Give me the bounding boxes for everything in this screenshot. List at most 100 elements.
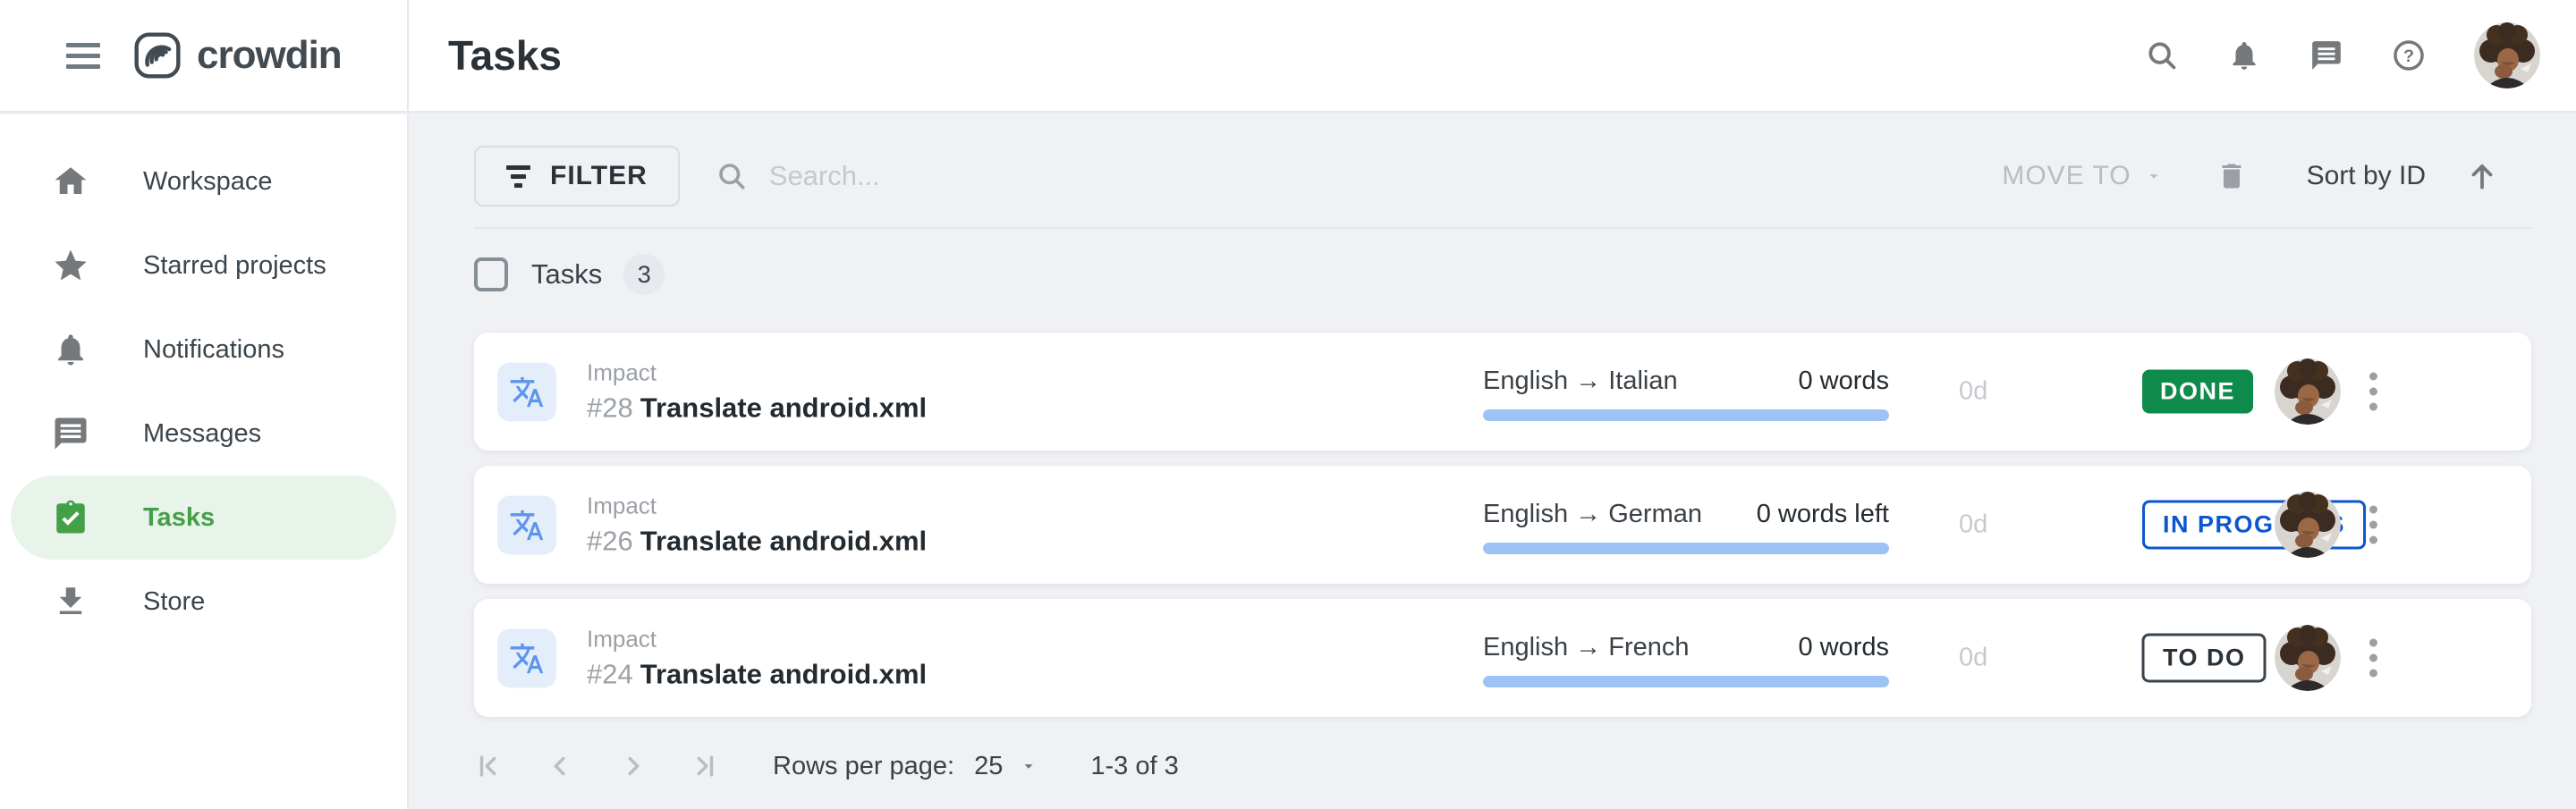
help-icon[interactable]: ?: [2392, 38, 2426, 72]
bell-icon: [52, 331, 89, 368]
row-menu-icon[interactable]: [2364, 367, 2383, 417]
assignee-avatar[interactable]: [2275, 625, 2341, 691]
chevron-down-icon: [2144, 166, 2164, 186]
sidebar-item-label: Starred projects: [143, 251, 326, 281]
translate-task-icon: [497, 362, 556, 421]
sidebar-item-label: Workspace: [143, 167, 273, 197]
toolbar: FILTER MOVE TO Sort by ID: [474, 145, 2531, 207]
row-menu-icon[interactable]: [2364, 501, 2383, 550]
chevron-down-icon[interactable]: [1019, 756, 1038, 776]
task-meta: Impact #24Translate android.xml: [587, 626, 927, 691]
progress-bar: [1483, 409, 1889, 421]
svg-text:?: ?: [2403, 46, 2414, 66]
list-header: Tasks 3: [474, 256, 2531, 293]
messages-icon[interactable]: [2309, 38, 2343, 72]
filter-label: FILTER: [550, 161, 648, 191]
task-id: #26: [587, 526, 633, 557]
menu-icon[interactable]: [66, 37, 100, 75]
task-language-pair: English → French: [1483, 633, 1690, 662]
main-content: FILTER MOVE TO Sort by ID: [411, 114, 2576, 809]
task-progress-block: English → Italian 0 words: [1483, 367, 1889, 421]
task-row[interactable]: Impact #28Translate android.xml English …: [474, 333, 2531, 451]
progress-track: [1483, 409, 1889, 421]
sort-direction-icon[interactable]: [2465, 159, 2499, 193]
progress-track: [1483, 543, 1889, 554]
task-language-pair: English → Italian: [1483, 367, 1678, 396]
next-page-icon[interactable]: [617, 751, 648, 781]
move-to-label: MOVE TO: [2002, 161, 2131, 191]
sort-by-button[interactable]: Sort by ID: [2307, 161, 2426, 191]
first-page-icon[interactable]: [474, 751, 504, 781]
trash-icon[interactable]: [2216, 160, 2248, 192]
assignee-avatar[interactable]: [2275, 492, 2341, 558]
rows-per-page-select[interactable]: 25: [974, 752, 1003, 781]
task-duration: 0d: [1959, 377, 1987, 407]
home-icon: [52, 163, 89, 200]
sidebar-item-label: Notifications: [143, 335, 284, 365]
search-bar: [716, 160, 1270, 192]
task-row[interactable]: Impact #24Translate android.xml English …: [474, 599, 2531, 717]
task-meta: Impact #28Translate android.xml: [587, 359, 927, 425]
task-info: Impact #26Translate android.xml: [497, 493, 927, 558]
task-info: Impact #28Translate android.xml: [497, 359, 927, 425]
task-language-pair: English → German: [1483, 500, 1702, 529]
progress-bar: [1483, 676, 1889, 687]
task-words-count: 0 words: [1798, 367, 1889, 396]
pagination: Rows per page: 25 1-3 of 3: [474, 751, 2531, 781]
task-duration: 0d: [1959, 510, 1987, 540]
task-id: #28: [587, 392, 633, 424]
assignee-avatar[interactable]: [2275, 358, 2341, 425]
task-title: Translate android.xml: [640, 526, 927, 557]
progress-bar: [1483, 543, 1889, 554]
sidebar-item-tasks[interactable]: Tasks: [11, 476, 396, 560]
task-list: Impact #28Translate android.xml English …: [474, 333, 2531, 717]
crowdin-logo-icon: [132, 30, 182, 80]
filter-button[interactable]: FILTER: [474, 146, 680, 206]
progress-track: [1483, 676, 1889, 687]
task-id: #24: [587, 659, 633, 690]
sidebar-item-label: Tasks: [143, 503, 215, 533]
task-title: Translate android.xml: [640, 392, 927, 424]
star-icon: [52, 247, 89, 284]
user-avatar[interactable]: [2474, 22, 2540, 88]
move-to-dropdown[interactable]: MOVE TO: [2002, 161, 2163, 191]
toolbar-divider: [474, 227, 2531, 229]
last-page-icon[interactable]: [689, 751, 719, 781]
sidebar-item-store[interactable]: Store: [11, 560, 396, 644]
sidebar-item-workspace[interactable]: Workspace: [11, 139, 396, 223]
brand-wordmark: crowdin: [197, 33, 342, 78]
sidebar-item-label: Messages: [143, 419, 261, 449]
task-title: Translate android.xml: [640, 659, 927, 690]
task-progress-block: English → French 0 words: [1483, 633, 1889, 687]
clipboard-check-icon: [52, 499, 89, 536]
task-meta: Impact #26Translate android.xml: [587, 493, 927, 558]
search-icon[interactable]: [2145, 38, 2179, 72]
search-icon: [716, 160, 748, 192]
page-title: Tasks: [448, 31, 562, 80]
chat-icon: [52, 415, 89, 452]
sidebar-item-starred-projects[interactable]: Starred projects: [11, 223, 396, 308]
task-info: Impact #24Translate android.xml: [497, 626, 927, 691]
pagination-range: 1-3 of 3: [1090, 752, 1178, 781]
task-row[interactable]: Impact #26Translate android.xml English …: [474, 466, 2531, 584]
topbar-actions: ?: [2145, 22, 2540, 88]
previous-page-icon[interactable]: [546, 751, 576, 781]
task-project: Impact: [587, 626, 927, 653]
select-all-checkbox[interactable]: [474, 257, 508, 291]
task-words-count: 0 words: [1798, 633, 1889, 662]
task-progress-block: English → German 0 words left: [1483, 500, 1889, 554]
filter-icon: [506, 165, 530, 188]
search-input[interactable]: [769, 160, 1270, 192]
list-title: Tasks: [531, 258, 602, 291]
topbar-brand-area: crowdin: [0, 0, 409, 111]
status-badge: TO DO: [2142, 634, 2267, 683]
crowdin-logo[interactable]: crowdin: [132, 30, 342, 80]
sidebar: Workspace Starred projects Notifications…: [0, 114, 409, 809]
sidebar-item-messages[interactable]: Messages: [11, 392, 396, 476]
row-menu-icon[interactable]: [2364, 634, 2383, 683]
translate-task-icon: [497, 495, 556, 554]
sidebar-item-notifications[interactable]: Notifications: [11, 308, 396, 392]
task-duration: 0d: [1959, 644, 1987, 673]
bell-icon[interactable]: [2227, 38, 2261, 72]
rows-per-page-label: Rows per page:: [773, 752, 954, 781]
